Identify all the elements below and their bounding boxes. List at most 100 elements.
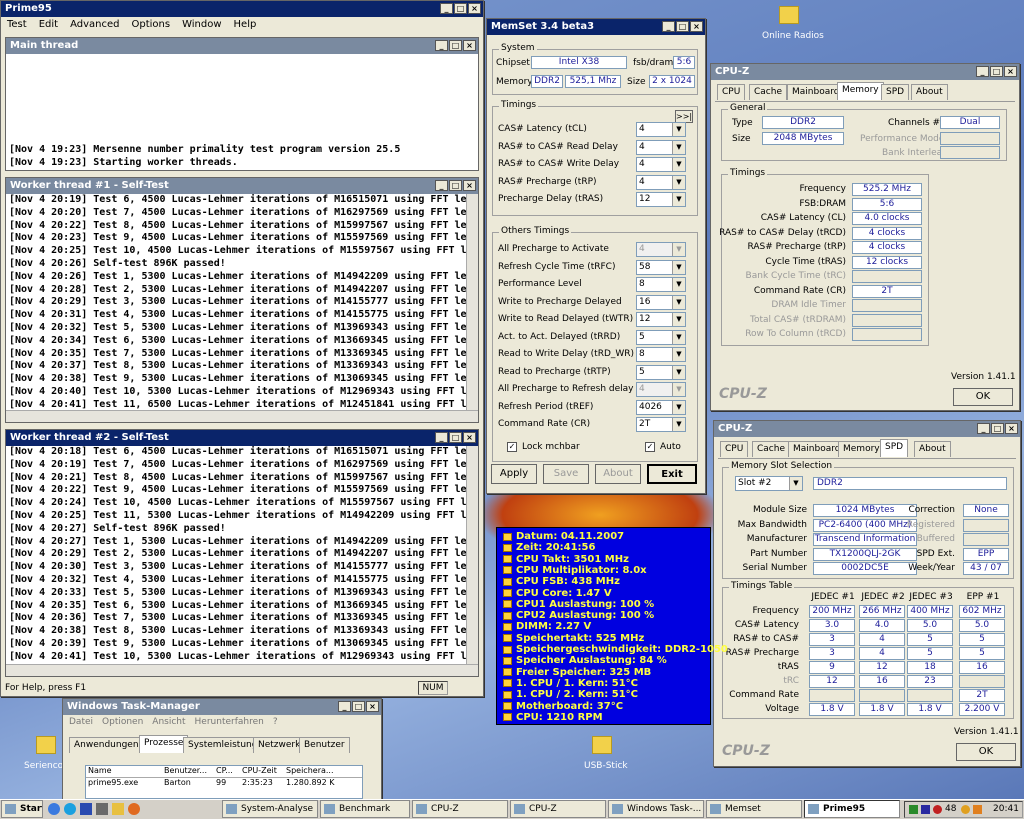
maximize-icon[interactable]: □ (449, 432, 462, 443)
vertical-scrollbar[interactable] (466, 446, 478, 664)
worker1-titlebar[interactable]: Worker thread #1 - Self-Test _ □ × (6, 178, 478, 194)
exit-button[interactable]: Exit (647, 464, 697, 484)
tab-memory[interactable]: Memory (838, 441, 885, 457)
maximize-icon[interactable]: □ (449, 180, 462, 191)
folder-icon[interactable] (779, 6, 799, 24)
tab-cache[interactable]: Cache (752, 441, 790, 457)
timing-select[interactable]: 4 (636, 242, 686, 257)
prime95-titlebar[interactable]: Prime95 _ □ × (1, 1, 483, 17)
taskbar-item-taskmanager[interactable]: Windows Task-... (608, 800, 704, 818)
tab-benutzer[interactable]: Benutzer (299, 737, 350, 753)
explorer-icon[interactable] (64, 803, 76, 815)
minimize-icon[interactable]: _ (338, 701, 351, 712)
timing-select[interactable]: 12 (636, 192, 686, 207)
maximize-icon[interactable]: □ (454, 3, 467, 14)
taskbar-item-benchmark[interactable]: Benchmark (320, 800, 410, 818)
menu-test[interactable]: Test (7, 17, 27, 33)
column-header[interactable]: Name (86, 766, 164, 777)
timing-select[interactable]: 4026 (636, 399, 686, 415)
taskbar-item-prime95[interactable]: Prime95 (804, 800, 900, 818)
word-icon[interactable] (80, 803, 92, 815)
cpuz-titlebar[interactable]: CPU-Z _ □ × (714, 421, 1020, 437)
timing-select[interactable]: 2T (636, 417, 686, 432)
horizontal-scrollbar[interactable] (6, 410, 478, 422)
menu-optionen[interactable]: Optionen (102, 715, 143, 729)
volume-icon[interactable] (961, 805, 970, 814)
taskbar-item-cpuz[interactable]: CPU-Z (412, 800, 508, 818)
shield-icon[interactable] (921, 805, 930, 814)
close-icon[interactable]: × (468, 3, 481, 14)
menu-edit[interactable]: Edit (39, 17, 58, 33)
timing-select[interactable]: 12 (636, 312, 686, 327)
timing-select[interactable]: 4 (636, 157, 686, 172)
maximize-icon[interactable]: □ (676, 21, 689, 32)
close-icon[interactable]: × (1004, 66, 1017, 77)
timing-select[interactable]: 5 (636, 364, 686, 380)
taskmanager-titlebar[interactable]: Windows Task-Manager _ □ × (63, 699, 381, 715)
tab-mainboard[interactable]: Mainboard (787, 84, 845, 100)
network-icon[interactable] (909, 805, 918, 814)
menu-advanced[interactable]: Advanced (70, 17, 119, 33)
tab-memory[interactable]: Memory (837, 82, 884, 100)
vertical-scrollbar[interactable] (466, 194, 478, 410)
minimize-icon[interactable]: _ (662, 21, 675, 32)
maximize-icon[interactable]: □ (449, 40, 462, 51)
column-header[interactable]: CPU-Zeit (242, 766, 286, 777)
timing-select[interactable]: 8 (636, 347, 686, 362)
slot-select[interactable]: Slot #2 (735, 476, 803, 491)
main-thread-titlebar[interactable]: Main thread _ □ × (6, 38, 478, 54)
ok-button[interactable]: OK (953, 388, 1013, 406)
tab-cpu[interactable]: CPU (720, 441, 749, 457)
firefox-icon[interactable] (128, 803, 140, 815)
ok-button[interactable]: OK (956, 743, 1016, 761)
horizontal-scrollbar[interactable] (6, 664, 478, 676)
timing-select[interactable]: 58 (636, 259, 686, 275)
tab-anwendungen[interactable]: Anwendungen (69, 737, 144, 753)
temperature-icon[interactable] (933, 805, 942, 814)
taskbar-item-system-analyse[interactable]: System-Analyse (222, 800, 318, 818)
menu-ansicht[interactable]: Ansicht (152, 715, 185, 729)
timing-select[interactable]: 4 (636, 382, 686, 397)
tab-prozesse[interactable]: Prozesse (139, 735, 189, 753)
tab-spd[interactable]: SPD (880, 439, 909, 457)
folder-icon[interactable] (592, 736, 612, 754)
tab-spd[interactable]: SPD (881, 84, 910, 100)
menu-window[interactable]: Window (182, 17, 221, 33)
close-icon[interactable]: × (366, 701, 379, 712)
tab-cpu[interactable]: CPU (717, 84, 746, 100)
close-icon[interactable]: × (463, 40, 476, 51)
menu-datei[interactable]: Datei (69, 715, 93, 729)
taskbar-item-cpuz-2[interactable]: CPU-Z (510, 800, 606, 818)
cpuz-titlebar[interactable]: CPU-Z _ □ × (711, 64, 1019, 80)
folder-icon[interactable] (36, 736, 56, 754)
lock-mchbar-checkbox[interactable]: ✓ (507, 442, 517, 452)
tab-about[interactable]: About (914, 441, 951, 457)
close-icon[interactable]: × (690, 21, 703, 32)
taskbar-item-memset[interactable]: Memset (706, 800, 802, 818)
column-header[interactable]: CP... (216, 766, 242, 777)
tab-systemleistung[interactable]: Systemleistung (183, 737, 263, 753)
tab-netzwerk[interactable]: Netzwerk (253, 737, 306, 753)
apply-button[interactable]: Apply (491, 464, 537, 484)
minimize-icon[interactable]: _ (435, 40, 448, 51)
column-header[interactable]: Speichera... (286, 766, 356, 777)
minimize-icon[interactable]: _ (976, 66, 989, 77)
minimize-icon[interactable]: _ (435, 180, 448, 191)
maximize-icon[interactable]: □ (990, 66, 1003, 77)
app-icon[interactable] (96, 803, 108, 815)
warning-icon[interactable] (973, 805, 982, 814)
timing-select[interactable]: 16 (636, 294, 686, 310)
minimize-icon[interactable]: _ (440, 3, 453, 14)
timing-select[interactable]: 4 (636, 122, 686, 137)
menu-help[interactable]: Help (234, 17, 257, 33)
menu-options[interactable]: Options (131, 17, 170, 33)
minimize-icon[interactable]: _ (435, 432, 448, 443)
start-button[interactable]: Start (1, 800, 43, 818)
timing-select[interactable]: 4 (636, 139, 686, 155)
table-row[interactable]: prime95.exe Barton 99 2:35:23 1.280.892 … (86, 778, 362, 789)
close-icon[interactable]: × (1005, 423, 1018, 434)
browser-icon[interactable] (48, 803, 60, 815)
menu-herunterfahren[interactable]: Herunterfahren (195, 715, 264, 729)
timing-select[interactable]: 8 (636, 277, 686, 292)
auto-checkbox[interactable]: ✓ (645, 442, 655, 452)
